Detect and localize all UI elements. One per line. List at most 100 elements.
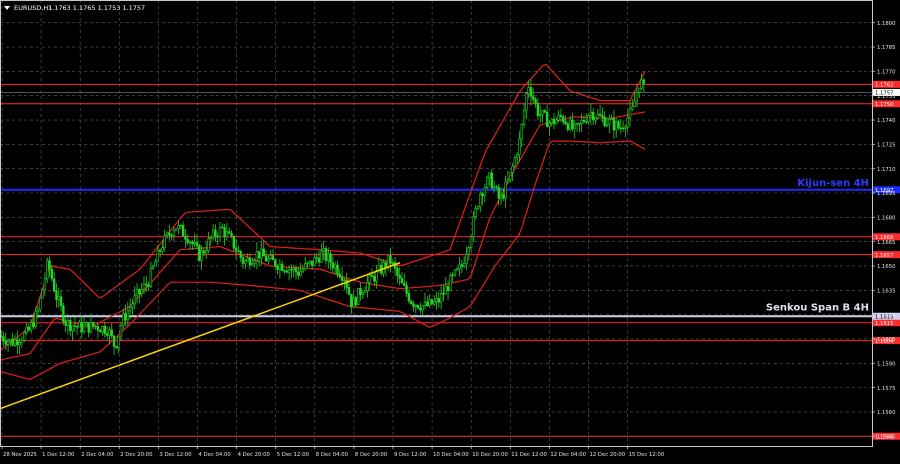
candle-body [154, 261, 157, 267]
candle-body [269, 255, 272, 259]
candle-body [71, 325, 74, 331]
candle-body [41, 289, 44, 299]
price-chart[interactable]: 1.1762 1.1750 1.1668 1.1657 1.1615 1.1604 1.15… [0, 0, 900, 460]
candle-body [6, 340, 10, 345]
candle-body [11, 338, 14, 346]
candle-body [571, 119, 574, 130]
candle-body [462, 263, 466, 267]
candle-body [340, 276, 344, 281]
ohlc-values: 1.1763 1.1765 1.1753 1.1757 [48, 4, 145, 12]
candle-body [267, 258, 270, 262]
candle-body [538, 114, 542, 117]
candle-body [310, 260, 314, 266]
candle-body [260, 248, 263, 259]
candle-body [458, 264, 461, 269]
candle-body [423, 301, 427, 306]
candle-body [142, 283, 146, 290]
candle-body [241, 257, 245, 264]
time-tick-label: 3 Dec 12:00 [159, 452, 192, 458]
candle-body [175, 228, 178, 231]
candle-body [9, 338, 12, 342]
time-tick-label: 10 Dec 04:00 [433, 452, 469, 458]
candle-body [345, 279, 348, 288]
candle-body [304, 263, 307, 270]
candle-body [476, 206, 480, 209]
candle-body [75, 326, 79, 328]
price-tick-label: 1.1545 [877, 434, 896, 440]
candle-body [391, 262, 394, 264]
candle-body [333, 264, 337, 269]
candle-body [4, 340, 7, 345]
candle-body [57, 296, 60, 300]
chart-header: EURUSD,H1 1.1763 1.1765 1.1753 1.1757 [4, 4, 145, 12]
candle-body [350, 294, 353, 308]
candle-body [575, 123, 579, 126]
candle-body [135, 289, 139, 296]
candle-body [264, 255, 268, 262]
candle-body [313, 257, 316, 266]
candle-body [490, 172, 494, 189]
time-tick-label: 11 Dec 12:00 [511, 452, 547, 458]
candle-body [439, 293, 443, 303]
candle-body [525, 93, 528, 111]
candle-body [202, 250, 206, 254]
chart-svg[interactable]: 1.17621.17501.16681.16571.16151.16041.15… [0, 0, 900, 460]
candle-body [631, 106, 634, 110]
candle-body [363, 290, 367, 294]
candle-body [13, 339, 17, 346]
candle-body [336, 264, 339, 275]
candle-body [211, 229, 215, 238]
candle-body [628, 108, 632, 119]
candle-body [92, 321, 95, 327]
candle-body [509, 172, 512, 180]
candle-body [412, 303, 415, 307]
candle-body [82, 324, 86, 333]
candle-body [474, 208, 477, 218]
candle-body [428, 299, 431, 306]
candle-body [297, 271, 300, 276]
price-tick-label: 1.1740 [877, 118, 896, 124]
candle-body [435, 298, 438, 302]
candle-body [511, 165, 514, 173]
candle-body [48, 260, 51, 270]
candle-body [228, 231, 231, 234]
candle-body [479, 193, 482, 207]
candle-body [122, 313, 125, 327]
candle-body [591, 111, 595, 121]
candle-body [131, 303, 134, 308]
candle-body [603, 116, 606, 127]
price-tick-label: 1.1785 [877, 45, 896, 51]
candle-body [557, 114, 560, 121]
candle-body [585, 121, 588, 123]
candle-body [343, 279, 346, 282]
candle-body [46, 260, 49, 280]
candle-body [216, 235, 219, 238]
candle-body [172, 229, 176, 237]
level-price-label: 1.1750 [875, 102, 894, 108]
candle-body [290, 269, 293, 271]
candle-body [158, 249, 162, 252]
candle-body [262, 248, 265, 257]
candle-body [373, 276, 376, 282]
candle-body [444, 286, 447, 295]
candle-body [552, 118, 556, 125]
time-tick-label: 15 Dec 12:00 [629, 452, 665, 458]
candle-body [34, 310, 37, 327]
candle-body [225, 231, 229, 237]
candle-body [306, 262, 309, 265]
candle-body [145, 283, 148, 286]
time-tick-label: 2 Dec 20:00 [120, 452, 153, 458]
candle-body [283, 270, 286, 272]
candle-body [149, 267, 153, 287]
time-tick-label: 8 Dec 04:00 [316, 452, 349, 458]
candle-body [486, 177, 489, 189]
candle-body [409, 300, 413, 304]
candle-body [165, 232, 169, 236]
candle-body [403, 282, 406, 286]
candle-body [168, 232, 171, 236]
candle-body [587, 115, 590, 123]
candle-body [209, 237, 212, 240]
candle-body [89, 321, 93, 333]
candle-body [115, 346, 118, 348]
kijun-sen-label: Kijun-sen 4H [797, 178, 869, 189]
